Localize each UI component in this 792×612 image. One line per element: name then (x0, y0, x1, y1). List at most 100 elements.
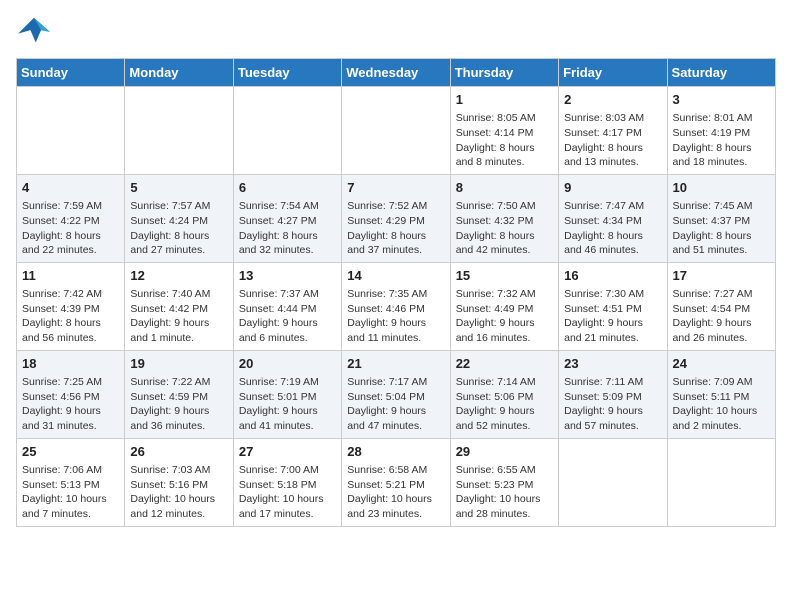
calendar-cell: 7 Sunrise: 7:52 AM Sunset: 4:29 PM Daylig… (342, 174, 450, 262)
calendar-cell (17, 87, 125, 175)
calendar-cell (342, 87, 450, 175)
day-number: 11 (22, 267, 119, 285)
calendar-cell: 28 Sunrise: 6:58 AM Sunset: 5:21 PM Dayli… (342, 438, 450, 526)
logo-icon (16, 16, 52, 46)
calendar-cell: 18 Sunrise: 7:25 AM Sunset: 4:56 PM Dayli… (17, 350, 125, 438)
calendar-week-row: 4 Sunrise: 7:59 AM Sunset: 4:22 PM Daylig… (17, 174, 776, 262)
calendar-cell: 11 Sunrise: 7:42 AM Sunset: 4:39 PM Dayli… (17, 262, 125, 350)
day-of-week-header: Thursday (450, 59, 558, 87)
cell-info: Sunrise: 6:58 AM Sunset: 5:21 PM Dayligh… (347, 463, 444, 522)
cell-info: Sunrise: 7:47 AM Sunset: 4:34 PM Dayligh… (564, 199, 661, 258)
calendar-cell: 22 Sunrise: 7:14 AM Sunset: 5:06 PM Dayli… (450, 350, 558, 438)
day-of-week-header: Friday (559, 59, 667, 87)
calendar-cell: 9 Sunrise: 7:47 AM Sunset: 4:34 PM Daylig… (559, 174, 667, 262)
cell-info: Sunrise: 7:00 AM Sunset: 5:18 PM Dayligh… (239, 463, 336, 522)
day-number: 7 (347, 179, 444, 197)
calendar-cell: 17 Sunrise: 7:27 AM Sunset: 4:54 PM Dayli… (667, 262, 775, 350)
day-number: 20 (239, 355, 336, 373)
calendar-cell: 29 Sunrise: 6:55 AM Sunset: 5:23 PM Dayli… (450, 438, 558, 526)
day-of-week-header: Monday (125, 59, 233, 87)
cell-info: Sunrise: 7:25 AM Sunset: 4:56 PM Dayligh… (22, 375, 119, 434)
cell-info: Sunrise: 7:42 AM Sunset: 4:39 PM Dayligh… (22, 287, 119, 346)
day-number: 18 (22, 355, 119, 373)
day-of-week-header: Wednesday (342, 59, 450, 87)
calendar-header-row: SundayMondayTuesdayWednesdayThursdayFrid… (17, 59, 776, 87)
calendar-cell: 13 Sunrise: 7:37 AM Sunset: 4:44 PM Dayli… (233, 262, 341, 350)
calendar-cell (233, 87, 341, 175)
day-number: 29 (456, 443, 553, 461)
calendar-week-row: 25 Sunrise: 7:06 AM Sunset: 5:13 PM Dayli… (17, 438, 776, 526)
calendar-cell (125, 87, 233, 175)
day-number: 17 (673, 267, 770, 285)
calendar-cell: 19 Sunrise: 7:22 AM Sunset: 4:59 PM Dayli… (125, 350, 233, 438)
day-number: 2 (564, 91, 661, 109)
calendar-cell: 1Sunrise: 8:05 AM Sunset: 4:14 PM Daylig… (450, 87, 558, 175)
cell-info: Sunrise: 7:45 AM Sunset: 4:37 PM Dayligh… (673, 199, 770, 258)
calendar-cell: 3Sunrise: 8:01 AM Sunset: 4:19 PM Daylig… (667, 87, 775, 175)
calendar-cell: 2 Sunrise: 8:03 AM Sunset: 4:17 PM Daylig… (559, 87, 667, 175)
cell-info: Sunrise: 7:17 AM Sunset: 5:04 PM Dayligh… (347, 375, 444, 434)
day-number: 22 (456, 355, 553, 373)
cell-info: Sunrise: 7:19 AM Sunset: 5:01 PM Dayligh… (239, 375, 336, 434)
calendar-cell (559, 438, 667, 526)
day-number: 16 (564, 267, 661, 285)
cell-info: Sunrise: 7:03 AM Sunset: 5:16 PM Dayligh… (130, 463, 227, 522)
calendar-week-row: 18 Sunrise: 7:25 AM Sunset: 4:56 PM Dayli… (17, 350, 776, 438)
day-of-week-header: Saturday (667, 59, 775, 87)
cell-info: Sunrise: 7:22 AM Sunset: 4:59 PM Dayligh… (130, 375, 227, 434)
calendar-cell: 21 Sunrise: 7:17 AM Sunset: 5:04 PM Dayli… (342, 350, 450, 438)
day-number: 9 (564, 179, 661, 197)
calendar-table: SundayMondayTuesdayWednesdayThursdayFrid… (16, 58, 776, 527)
cell-info: Sunrise: 7:27 AM Sunset: 4:54 PM Dayligh… (673, 287, 770, 346)
day-of-week-header: Tuesday (233, 59, 341, 87)
cell-info: Sunrise: 7:30 AM Sunset: 4:51 PM Dayligh… (564, 287, 661, 346)
calendar-week-row: 1Sunrise: 8:05 AM Sunset: 4:14 PM Daylig… (17, 87, 776, 175)
calendar-cell: 25 Sunrise: 7:06 AM Sunset: 5:13 PM Dayli… (17, 438, 125, 526)
calendar-cell: 10Sunrise: 7:45 AM Sunset: 4:37 PM Dayli… (667, 174, 775, 262)
cell-info: Sunrise: 7:14 AM Sunset: 5:06 PM Dayligh… (456, 375, 553, 434)
calendar-cell: 8 Sunrise: 7:50 AM Sunset: 4:32 PM Daylig… (450, 174, 558, 262)
cell-info: Sunrise: 8:03 AM Sunset: 4:17 PM Dayligh… (564, 111, 661, 170)
cell-info: Sunrise: 7:54 AM Sunset: 4:27 PM Dayligh… (239, 199, 336, 258)
calendar-cell: 6 Sunrise: 7:54 AM Sunset: 4:27 PM Daylig… (233, 174, 341, 262)
cell-info: Sunrise: 7:57 AM Sunset: 4:24 PM Dayligh… (130, 199, 227, 258)
day-number: 4 (22, 179, 119, 197)
calendar-cell: 26 Sunrise: 7:03 AM Sunset: 5:16 PM Dayli… (125, 438, 233, 526)
day-number: 13 (239, 267, 336, 285)
cell-info: Sunrise: 7:52 AM Sunset: 4:29 PM Dayligh… (347, 199, 444, 258)
day-number: 26 (130, 443, 227, 461)
day-number: 12 (130, 267, 227, 285)
calendar-cell: 14Sunrise: 7:35 AM Sunset: 4:46 PM Dayli… (342, 262, 450, 350)
day-number: 5 (130, 179, 227, 197)
calendar-cell: 4 Sunrise: 7:59 AM Sunset: 4:22 PM Daylig… (17, 174, 125, 262)
calendar-week-row: 11 Sunrise: 7:42 AM Sunset: 4:39 PM Dayli… (17, 262, 776, 350)
calendar-cell: 20 Sunrise: 7:19 AM Sunset: 5:01 PM Dayli… (233, 350, 341, 438)
cell-info: Sunrise: 7:50 AM Sunset: 4:32 PM Dayligh… (456, 199, 553, 258)
calendar-cell: 12 Sunrise: 7:40 AM Sunset: 4:42 PM Dayli… (125, 262, 233, 350)
cell-info: Sunrise: 7:32 AM Sunset: 4:49 PM Dayligh… (456, 287, 553, 346)
day-number: 14 (347, 267, 444, 285)
cell-info: Sunrise: 7:37 AM Sunset: 4:44 PM Dayligh… (239, 287, 336, 346)
day-number: 24 (673, 355, 770, 373)
day-number: 28 (347, 443, 444, 461)
calendar-cell (667, 438, 775, 526)
calendar-cell: 15 Sunrise: 7:32 AM Sunset: 4:49 PM Dayli… (450, 262, 558, 350)
day-number: 21 (347, 355, 444, 373)
cell-info: Sunrise: 7:11 AM Sunset: 5:09 PM Dayligh… (564, 375, 661, 434)
cell-info: Sunrise: 8:01 AM Sunset: 4:19 PM Dayligh… (673, 111, 770, 170)
day-number: 19 (130, 355, 227, 373)
cell-info: Sunrise: 7:59 AM Sunset: 4:22 PM Dayligh… (22, 199, 119, 258)
calendar-cell: 5 Sunrise: 7:57 AM Sunset: 4:24 PM Daylig… (125, 174, 233, 262)
day-number: 25 (22, 443, 119, 461)
cell-info: Sunrise: 7:06 AM Sunset: 5:13 PM Dayligh… (22, 463, 119, 522)
cell-info: Sunrise: 7:40 AM Sunset: 4:42 PM Dayligh… (130, 287, 227, 346)
day-number: 8 (456, 179, 553, 197)
day-number: 6 (239, 179, 336, 197)
day-number: 27 (239, 443, 336, 461)
page-header (16, 16, 776, 46)
day-of-week-header: Sunday (17, 59, 125, 87)
calendar-cell: 27 Sunrise: 7:00 AM Sunset: 5:18 PM Dayli… (233, 438, 341, 526)
day-number: 15 (456, 267, 553, 285)
cell-info: Sunrise: 6:55 AM Sunset: 5:23 PM Dayligh… (456, 463, 553, 522)
day-number: 1 (456, 91, 553, 109)
